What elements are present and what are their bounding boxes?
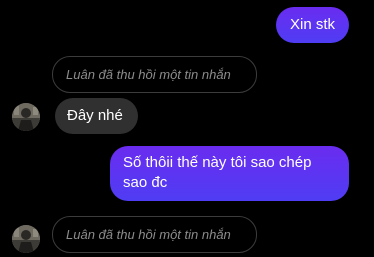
contact-photo-icon: [12, 225, 40, 253]
outgoing-message-bubble[interactable]: Số thôii thế này tôi sao chép sao đc: [110, 146, 349, 201]
incoming-message-bubble[interactable]: Đây nhé: [55, 98, 138, 134]
outgoing-message-bubble[interactable]: Xin stk: [276, 7, 349, 43]
message-thread: Xin stk Luân đã thu hồi một tin nhắn Đây…: [0, 0, 374, 257]
contact-avatar[interactable]: [12, 225, 40, 253]
contact-photo-icon: [12, 103, 40, 131]
unsent-message-notice[interactable]: Luân đã thu hồi một tin nhắn: [52, 216, 257, 253]
unsent-message-notice[interactable]: Luân đã thu hồi một tin nhắn: [52, 56, 257, 93]
contact-avatar[interactable]: [12, 103, 40, 131]
